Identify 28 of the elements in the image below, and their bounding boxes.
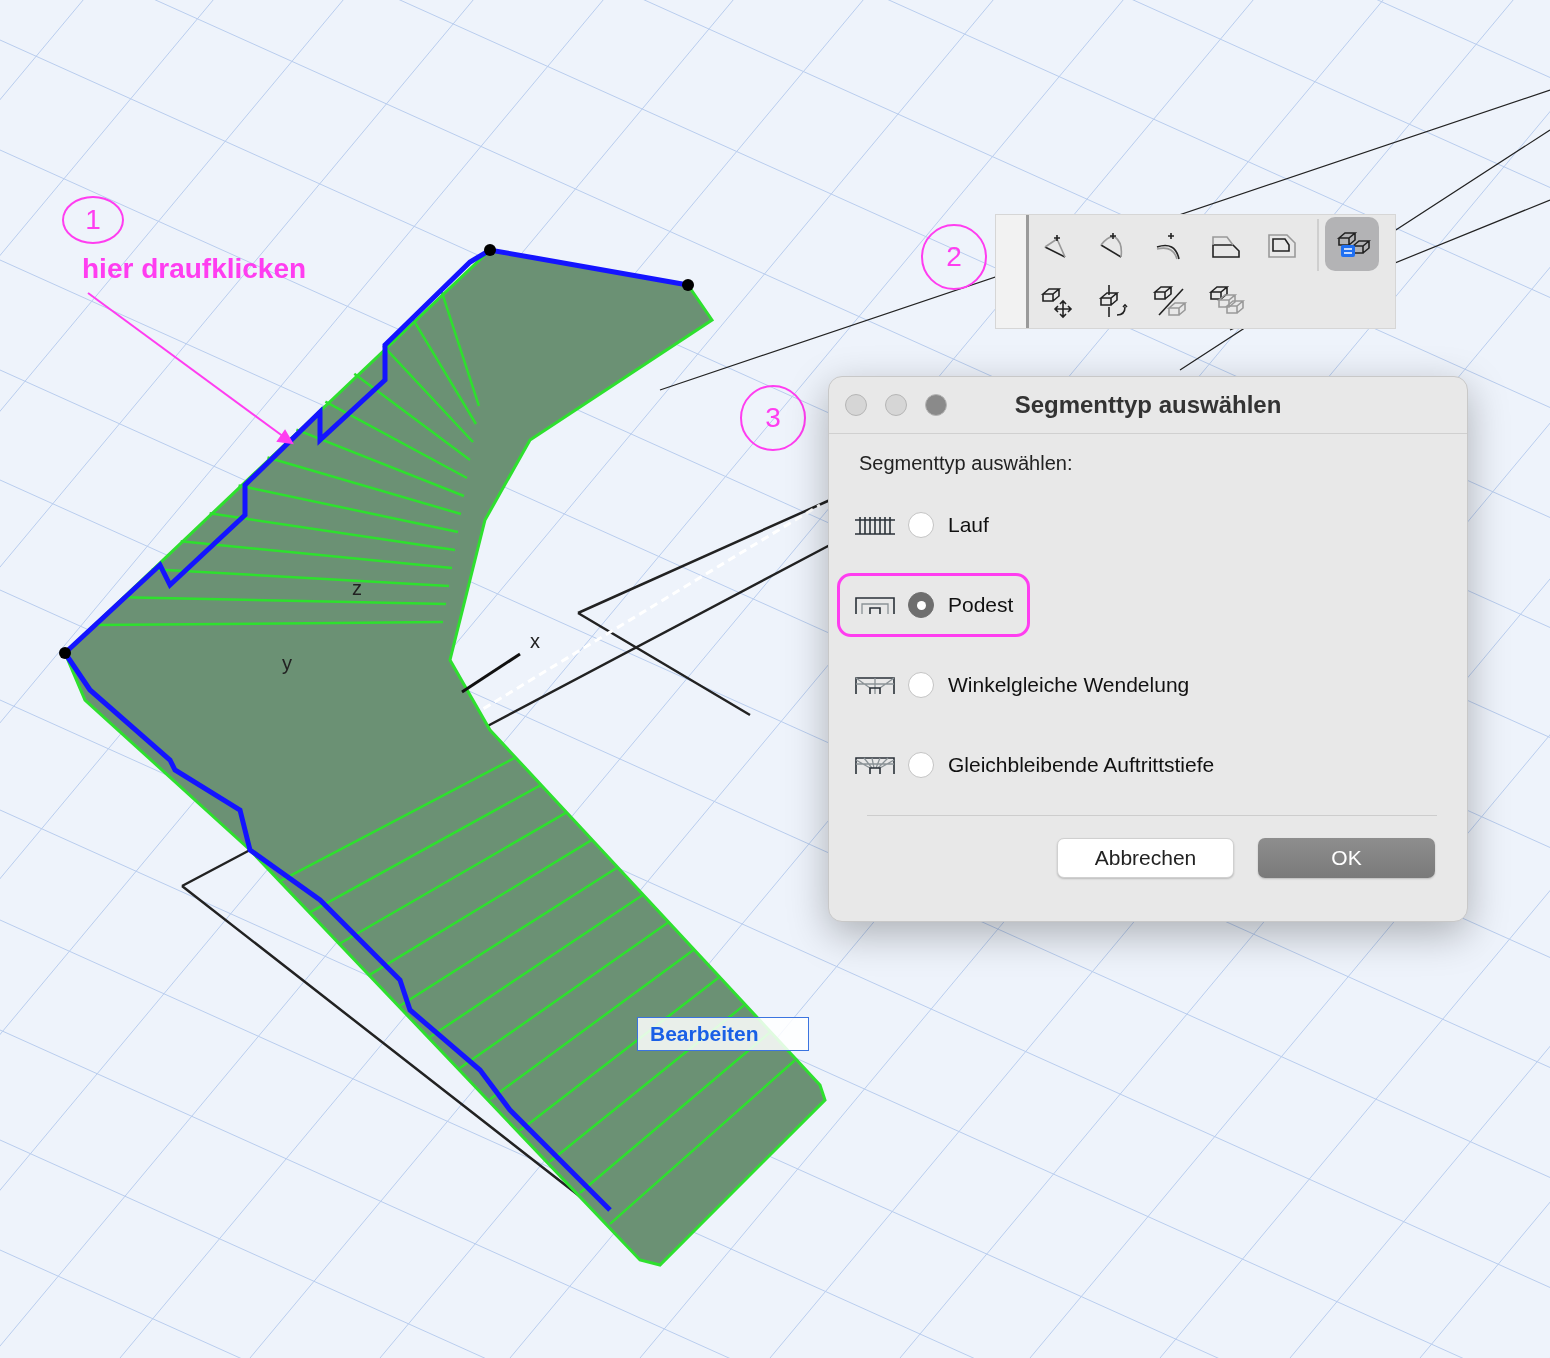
dialog-prompt: Segmenttyp auswählen: <box>859 452 1074 475</box>
option-label: Podest <box>948 593 1014 617</box>
ok-button[interactable]: OK <box>1258 838 1435 878</box>
winder-segment-icon <box>854 674 896 696</box>
option-label: Lauf <box>948 513 989 537</box>
step-number: 3 <box>740 385 806 451</box>
edit-label[interactable]: Bearbeiten <box>637 1017 809 1051</box>
step-number: 2 <box>921 224 987 290</box>
option-label: Winkelgleiche Wendelung <box>948 673 1190 697</box>
toolbar-button[interactable] <box>1325 217 1379 271</box>
zoom-window-button[interactable] <box>925 394 947 416</box>
step-number: 1 <box>62 196 124 244</box>
landing-segment-icon <box>854 594 896 616</box>
toolbar-grip[interactable] <box>996 215 1029 328</box>
radio-button[interactable] <box>908 752 934 778</box>
radio-button[interactable] <box>908 672 934 698</box>
axis-label: y <box>282 653 292 673</box>
annotation-text: hier draufklicken <box>82 253 307 285</box>
axis-label: x <box>530 631 540 651</box>
run-segment-icon <box>854 514 896 536</box>
axis-label: z <box>352 578 362 598</box>
constant-segment-icon <box>854 754 896 776</box>
option-label: Gleichbleibende Auftrittstiefe <box>948 753 1215 777</box>
radio-button[interactable] <box>908 592 934 618</box>
cancel-button[interactable]: Abbrechen <box>1057 838 1234 878</box>
radio-button[interactable] <box>908 512 934 538</box>
window-title: Segmenttyp auswählen <box>1014 391 1282 418</box>
axis-drawing <box>461 652 521 694</box>
